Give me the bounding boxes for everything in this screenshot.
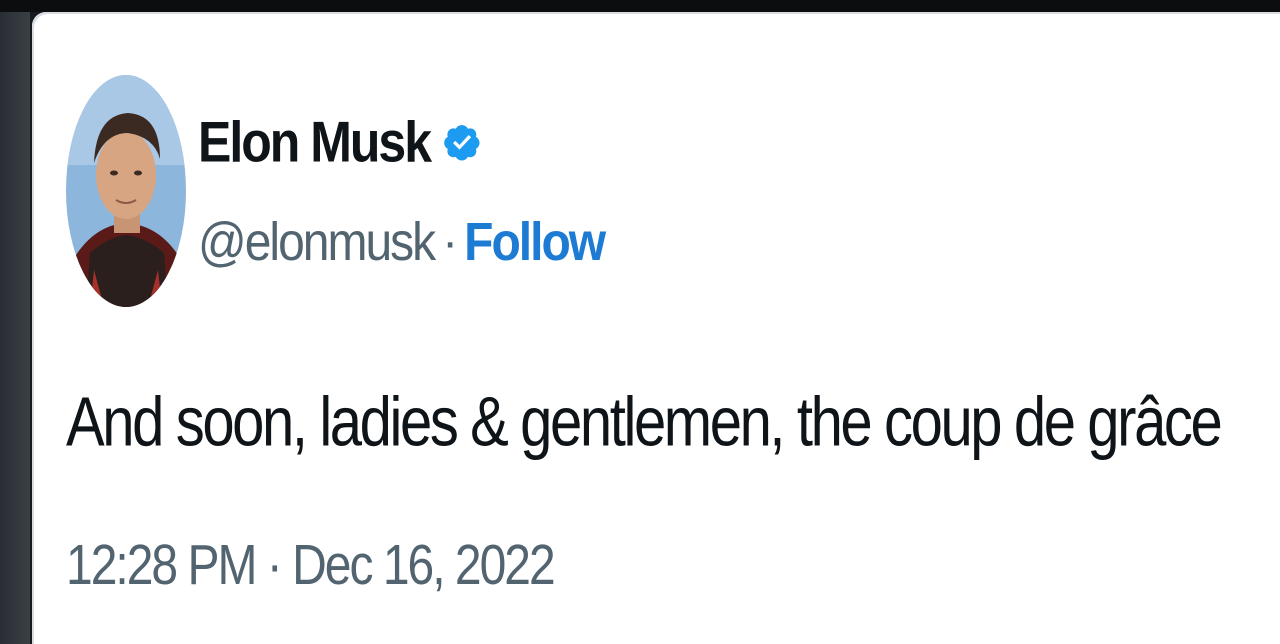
follow-button[interactable]: Follow xyxy=(464,216,606,270)
author-handle[interactable]: @elonmusk xyxy=(198,216,436,270)
separator-dot: · xyxy=(442,216,458,269)
author-handle-row: @elonmusk · Follow xyxy=(198,208,606,278)
author-display-name[interactable]: Elon Musk xyxy=(198,113,432,171)
tweet-date: Dec 16, 2022 xyxy=(292,534,556,597)
top-edge xyxy=(0,0,1280,12)
timestamp-separator: · xyxy=(266,534,293,597)
avatar-image xyxy=(66,75,186,307)
verified-badge-icon xyxy=(444,125,480,161)
tweet-timestamp[interactable]: 12:28 PM · Dec 16, 2022 xyxy=(66,537,556,595)
tweet-time: 12:28 PM xyxy=(66,534,257,597)
screen-frame: Elon Musk @elonmusk · Follow And soon, l… xyxy=(0,0,1280,644)
left-edge xyxy=(0,12,30,644)
avatar[interactable] xyxy=(66,75,186,307)
author-name-row: Elon Musk xyxy=(198,102,482,182)
tweet-text: And soon, ladies & gentlemen, the coup d… xyxy=(66,383,1223,462)
